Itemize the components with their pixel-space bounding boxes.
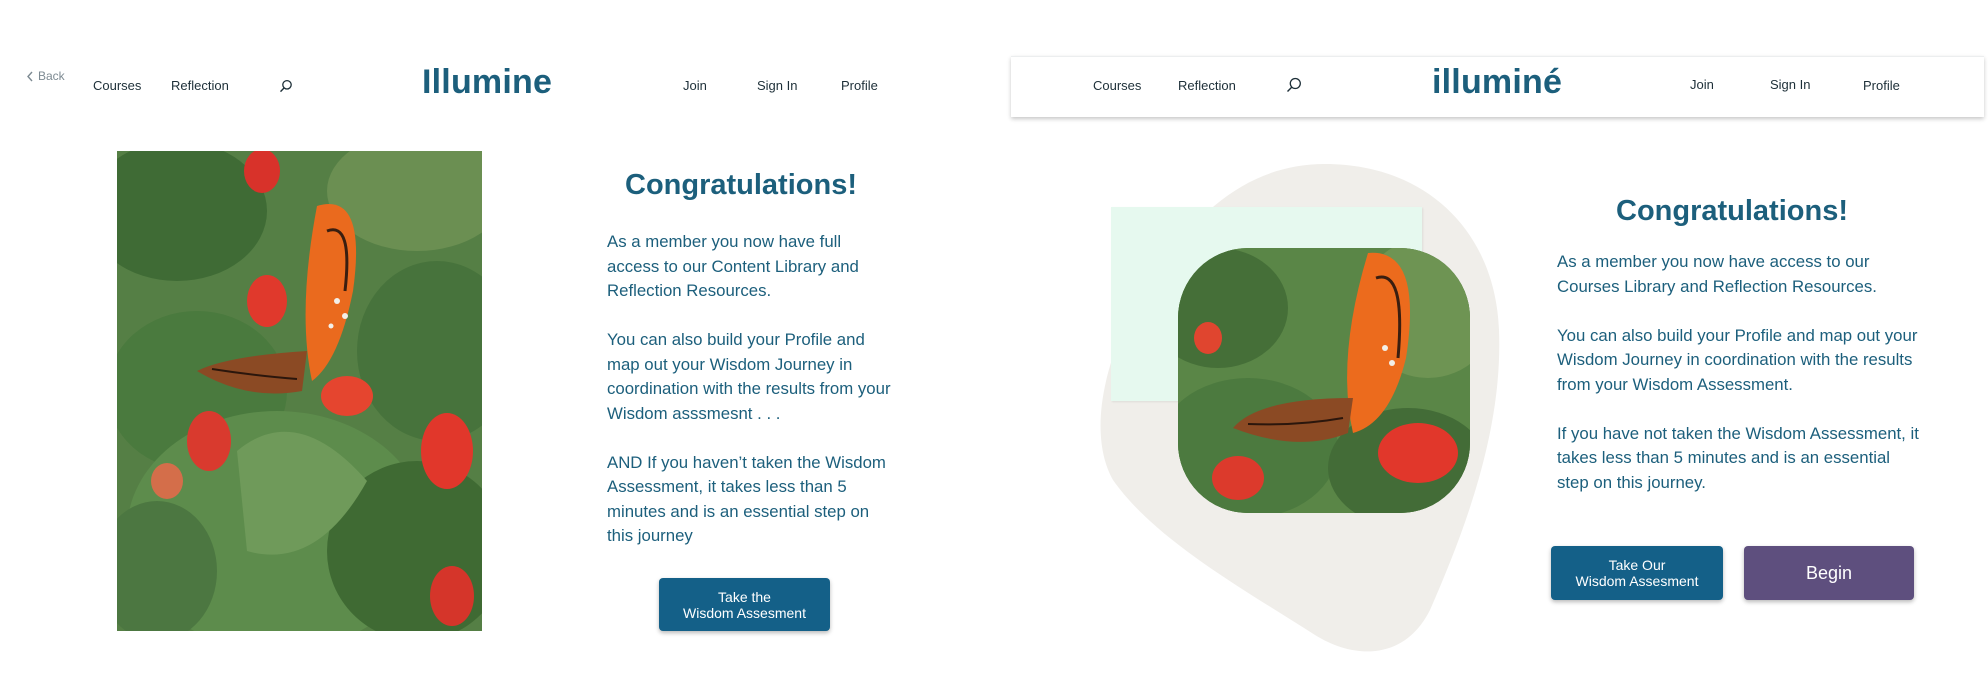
back-link[interactable]: Back xyxy=(26,69,65,83)
button-line-2: Wisdom Assesment xyxy=(683,604,806,621)
nav-join[interactable]: Join xyxy=(683,78,707,93)
button-line-1: Take the xyxy=(718,588,771,605)
begin-button[interactable]: Begin xyxy=(1744,546,1914,600)
search-icon[interactable] xyxy=(1286,77,1302,93)
nav-courses[interactable]: Courses xyxy=(93,78,141,93)
right-body-copy: As a member you now have access to our C… xyxy=(1557,250,1922,495)
nav-reflection[interactable]: Reflection xyxy=(1178,78,1236,93)
paragraph-assessment: AND If you haven’t taken the Wisdom Asse… xyxy=(607,452,886,546)
nav-profile[interactable]: Profile xyxy=(841,78,878,93)
take-our-assessment-button[interactable]: Take Our Wisdom Assesment xyxy=(1551,546,1723,600)
nav-reflection[interactable]: Reflection xyxy=(171,78,229,93)
paragraph-assessment: If you have not taken the Wisdom Assessm… xyxy=(1557,423,1919,492)
search-icon[interactable] xyxy=(279,79,293,93)
congrats-heading: Congratulations! xyxy=(1616,195,1848,227)
chevron-left-icon xyxy=(27,71,33,81)
nav-sign-in[interactable]: Sign In xyxy=(757,78,797,93)
butterfly-photo xyxy=(117,151,482,631)
paragraph-membership: As a member you now have full access to … xyxy=(607,232,859,300)
nav-profile[interactable]: Profile xyxy=(1863,78,1900,93)
nav-sign-in[interactable]: Sign In xyxy=(1770,77,1810,92)
nav-courses[interactable]: Courses xyxy=(1093,78,1141,93)
button-line-1: Take Our xyxy=(1608,557,1666,573)
brand-logo[interactable]: Illumine xyxy=(422,63,552,102)
paragraph-profile: You can also build your Profile and map … xyxy=(1557,325,1918,394)
take-assessment-button[interactable]: Take the Wisdom Assesment xyxy=(659,578,830,631)
butterfly-photo xyxy=(1178,248,1470,513)
back-label: Back xyxy=(38,69,65,83)
paragraph-profile: You can also build your Profile and map … xyxy=(607,330,891,423)
button-line-2: Wisdom Assesment xyxy=(1575,573,1699,589)
brand-logo[interactable]: illuminé xyxy=(1432,63,1562,102)
congrats-heading: Congratulations! xyxy=(625,169,857,201)
paragraph-membership: As a member you now have access to our C… xyxy=(1557,252,1877,296)
left-body-copy: As a member you now have full access to … xyxy=(607,230,897,549)
nav-join[interactable]: Join xyxy=(1690,77,1714,92)
